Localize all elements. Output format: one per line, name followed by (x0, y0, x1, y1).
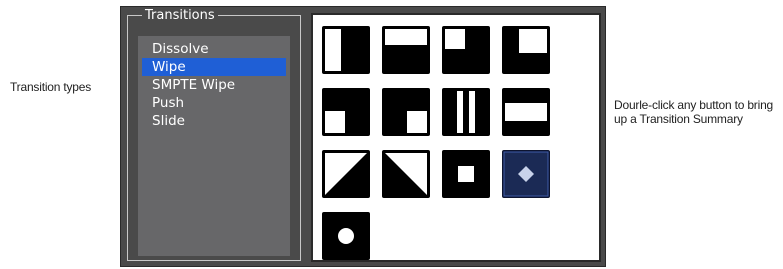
wipe-bottom-half-icon (382, 26, 430, 74)
wipe-horizontal-barn-door-button[interactable] (501, 87, 551, 137)
wipe-button-grid (311, 13, 601, 262)
wipe-circle-icon (322, 212, 370, 260)
wipe-bottom-half-button[interactable] (381, 25, 431, 75)
wipe-diagonal-bottom-left-button[interactable] (321, 149, 371, 199)
wipe-box-button[interactable] (441, 149, 491, 199)
transitions-panel: Transitions Dissolve Wipe SMPTE Wipe Pus… (120, 6, 606, 267)
list-item-smpte-wipe[interactable]: SMPTE Wipe (142, 76, 286, 94)
transition-types-list[interactable]: Dissolve Wipe SMPTE Wipe Push Slide (138, 36, 290, 256)
wipe-inverse-top-left-corner-icon (322, 88, 370, 136)
wipe-inverse-top-right-button[interactable] (381, 87, 431, 137)
wipe-inverse-top-left-button[interactable] (321, 87, 371, 137)
wipe-diagonal-bottom-left-icon (322, 150, 370, 198)
list-item-wipe[interactable]: Wipe (142, 58, 286, 76)
wipe-diagonal-top-left-icon (382, 150, 430, 198)
wipe-circle-button[interactable] (321, 211, 371, 261)
list-item-slide[interactable]: Slide (142, 112, 286, 130)
transitions-group-title: Transitions (142, 8, 218, 23)
transitions-groupbox: Transitions Dissolve Wipe SMPTE Wipe Pus… (127, 8, 301, 261)
double-click-hint-callout: Dourle-click any button to bring up a Tr… (614, 98, 774, 126)
wipe-bottom-right-corner-button[interactable] (441, 25, 491, 75)
wipe-top-left-corner-button[interactable] (501, 25, 551, 75)
wipe-bottom-right-corner-icon (442, 26, 490, 74)
wipe-vertical-barn-door-button[interactable] (441, 87, 491, 137)
wipe-box-icon (442, 150, 490, 198)
wipe-horizontal-barn-door-icon (502, 88, 550, 136)
list-item-push[interactable]: Push (142, 94, 286, 112)
list-item-dissolve[interactable]: Dissolve (142, 40, 286, 58)
wipe-left-half-button[interactable] (321, 25, 371, 75)
wipe-diagonal-top-left-button[interactable] (381, 149, 431, 199)
wipe-diamond-icon (502, 150, 550, 198)
wipe-top-left-corner-icon (502, 26, 550, 74)
wipe-diamond-button[interactable] (501, 149, 551, 199)
wipe-vertical-barn-door-icon (442, 88, 490, 136)
wipe-inverse-top-right-corner-icon (382, 88, 430, 136)
wipe-left-half-icon (322, 26, 370, 74)
transition-types-callout: Transition types (10, 80, 92, 94)
